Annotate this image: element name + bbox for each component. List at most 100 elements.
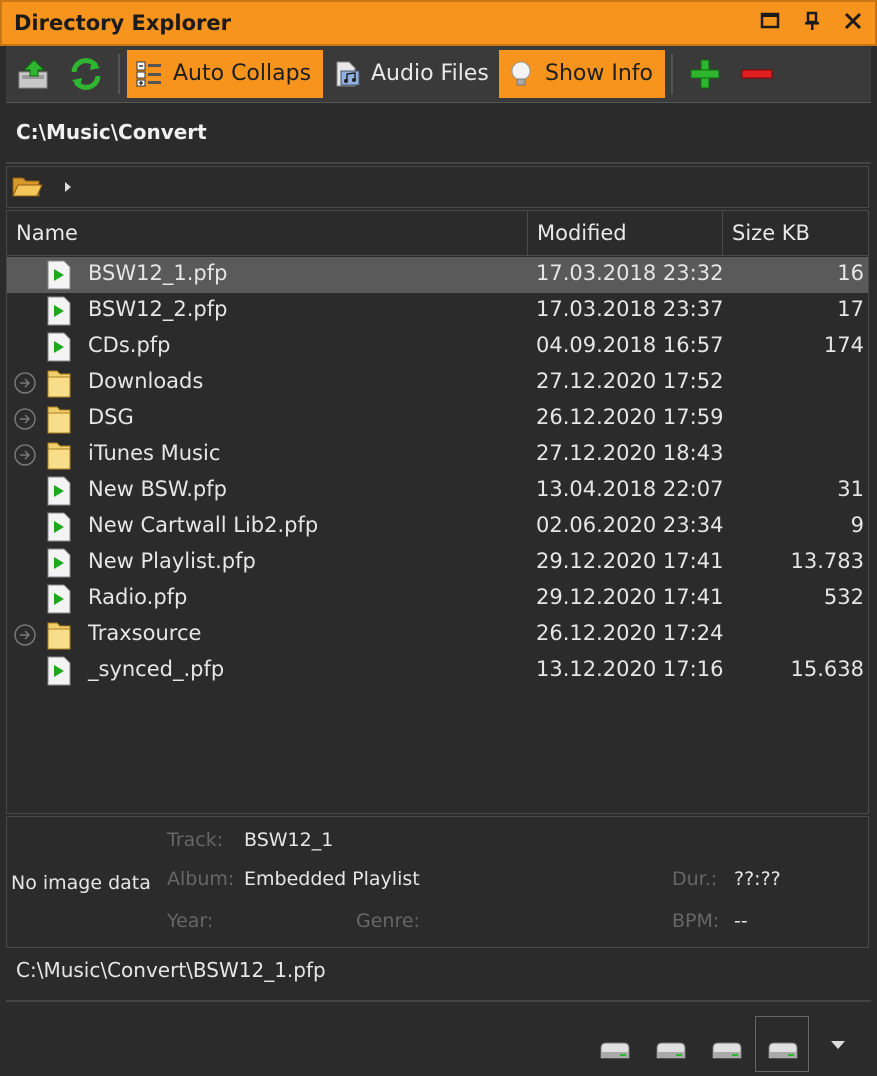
info-panel: No image data Track: BSW12_1 Album: Embe… (6, 816, 869, 948)
row-modified: 13.12.2020 17:16 (536, 657, 724, 681)
window-title: Directory Explorer (14, 11, 232, 35)
audio-files-label: Audio Files (371, 61, 489, 86)
track-label: Track: (167, 829, 224, 851)
file-row[interactable]: New Playlist.pfp 29.12.2020 17:41 13.783 (7, 545, 868, 581)
column-header-size[interactable]: Size KB (722, 211, 868, 255)
folder-row[interactable]: DSG 26.12.2020 17:59 (7, 401, 868, 437)
playlist-file-icon (47, 548, 71, 578)
file-row[interactable]: BSW12_1.pfp 17.03.2018 23:32 16 (7, 257, 868, 293)
dropdown-arrow-icon[interactable] (830, 1040, 846, 1050)
row-size: 174 (823, 333, 864, 357)
expand-arrow-icon[interactable] (13, 623, 37, 647)
folder-row[interactable]: Downloads 27.12.2020 17:52 (7, 365, 868, 401)
row-size: 532 (823, 585, 864, 609)
maximize-icon (760, 12, 780, 29)
row-modified: 04.09.2018 16:57 (536, 333, 724, 357)
bpm-value: -- (734, 910, 748, 932)
file-row[interactable]: New BSW.pfp 13.04.2018 22:07 31 (7, 473, 868, 509)
row-size: 31 (837, 477, 864, 501)
drive-icon[interactable] (598, 1040, 632, 1062)
row-size: 9 (850, 513, 864, 537)
expand-arrow-icon[interactable] (13, 443, 37, 467)
auto-collapse-label: Auto Collaps (173, 61, 312, 86)
pin-button[interactable] (799, 10, 825, 36)
add-button[interactable] (687, 56, 723, 92)
toolbar-separator (118, 54, 120, 94)
export-button[interactable] (16, 56, 52, 92)
refresh-icon (71, 58, 101, 90)
maximize-button[interactable] (757, 10, 783, 36)
row-name: _synced_.pfp (88, 657, 225, 681)
row-name: CDs.pfp (88, 333, 171, 357)
row-modified: 29.12.2020 17:41 (536, 585, 724, 609)
row-size: 16 (837, 261, 864, 285)
drive-bar (0, 1004, 877, 1076)
row-name: Downloads (88, 369, 204, 393)
remove-button[interactable] (739, 56, 775, 92)
playlist-file-icon (47, 476, 71, 506)
chevron-right-icon[interactable] (63, 181, 73, 193)
folder-icon (47, 370, 71, 398)
file-row[interactable]: BSW12_2.pfp 17.03.2018 23:37 17 (7, 293, 868, 329)
row-modified: 26.12.2020 17:59 (536, 405, 724, 429)
row-modified: 02.06.2020 23:34 (536, 513, 724, 537)
column-header-name[interactable]: Name (7, 211, 527, 255)
expand-arrow-icon[interactable] (13, 407, 37, 431)
year-label: Year: (167, 910, 214, 932)
row-modified: 26.12.2020 17:24 (536, 621, 724, 645)
title-bar: Directory Explorer (0, 0, 877, 46)
close-button[interactable] (840, 10, 866, 36)
drive-icon[interactable] (710, 1040, 744, 1062)
duration-label: Dur.: (672, 868, 718, 890)
playlist-file-icon (47, 584, 71, 614)
row-name: New Playlist.pfp (88, 549, 256, 573)
folder-row[interactable]: iTunes Music 27.12.2020 18:43 (7, 437, 868, 473)
status-bar: C:\Music\Convert\BSW12_1.pfp (6, 950, 871, 1002)
auto-collapse-button[interactable]: Auto Collaps (127, 50, 323, 98)
no-image-text: No image data (11, 872, 151, 894)
plus-icon (690, 59, 720, 89)
breadcrumb (6, 166, 869, 208)
expand-arrow-icon[interactable] (13, 371, 37, 395)
current-path: C:\Music\Convert (16, 120, 207, 144)
row-size: 15.638 (790, 657, 864, 681)
close-icon (844, 12, 862, 30)
row-name: New Cartwall Lib2.pfp (88, 513, 319, 537)
folder-icon (47, 442, 71, 470)
row-modified: 13.04.2018 22:07 (536, 477, 724, 501)
track-value: BSW12_1 (244, 829, 334, 851)
folder-row[interactable]: Traxsource 26.12.2020 17:24 (7, 617, 868, 653)
drive-icon[interactable] (654, 1040, 688, 1062)
folder-icon (47, 622, 71, 650)
row-modified: 29.12.2020 17:41 (536, 549, 724, 573)
playlist-file-icon (47, 260, 71, 290)
show-info-button[interactable]: Show Info (499, 50, 665, 98)
drive-icon (768, 1042, 798, 1059)
file-row[interactable]: _synced_.pfp 13.12.2020 17:16 15.638 (7, 653, 868, 689)
audio-files-button[interactable]: Audio Files (325, 50, 497, 98)
row-name: BSW12_1.pfp (88, 261, 228, 285)
playlist-file-icon (47, 512, 71, 542)
file-row[interactable]: New Cartwall Lib2.pfp 02.06.2020 23:34 9 (7, 509, 868, 545)
row-size: 13.783 (790, 549, 864, 573)
current-path-bar: C:\Music\Convert (6, 104, 871, 164)
selected-file-path: C:\Music\Convert\BSW12_1.pfp (16, 958, 326, 982)
column-header-modified[interactable]: Modified (527, 211, 722, 255)
export-icon (18, 59, 48, 89)
toolbar: Auto Collaps Audio Files Show Info (6, 46, 871, 103)
album-label: Album: (167, 868, 235, 890)
genre-label: Genre: (356, 910, 420, 932)
playlist-file-icon (47, 332, 71, 362)
playlist-file-icon (47, 656, 71, 686)
file-row[interactable]: Radio.pfp 29.12.2020 17:41 532 (7, 581, 868, 617)
file-row[interactable]: CDs.pfp 04.09.2018 16:57 174 (7, 329, 868, 365)
selected-drive-frame[interactable] (755, 1016, 809, 1072)
collapse-tree-icon (136, 61, 161, 87)
row-name: Radio.pfp (88, 585, 188, 609)
open-folder-icon[interactable] (11, 174, 43, 200)
album-value: Embedded Playlist (244, 868, 420, 890)
row-modified: 17.03.2018 23:32 (536, 261, 724, 285)
row-name: Traxsource (88, 621, 202, 645)
refresh-button[interactable] (68, 56, 104, 92)
toolbar-separator (671, 54, 673, 94)
